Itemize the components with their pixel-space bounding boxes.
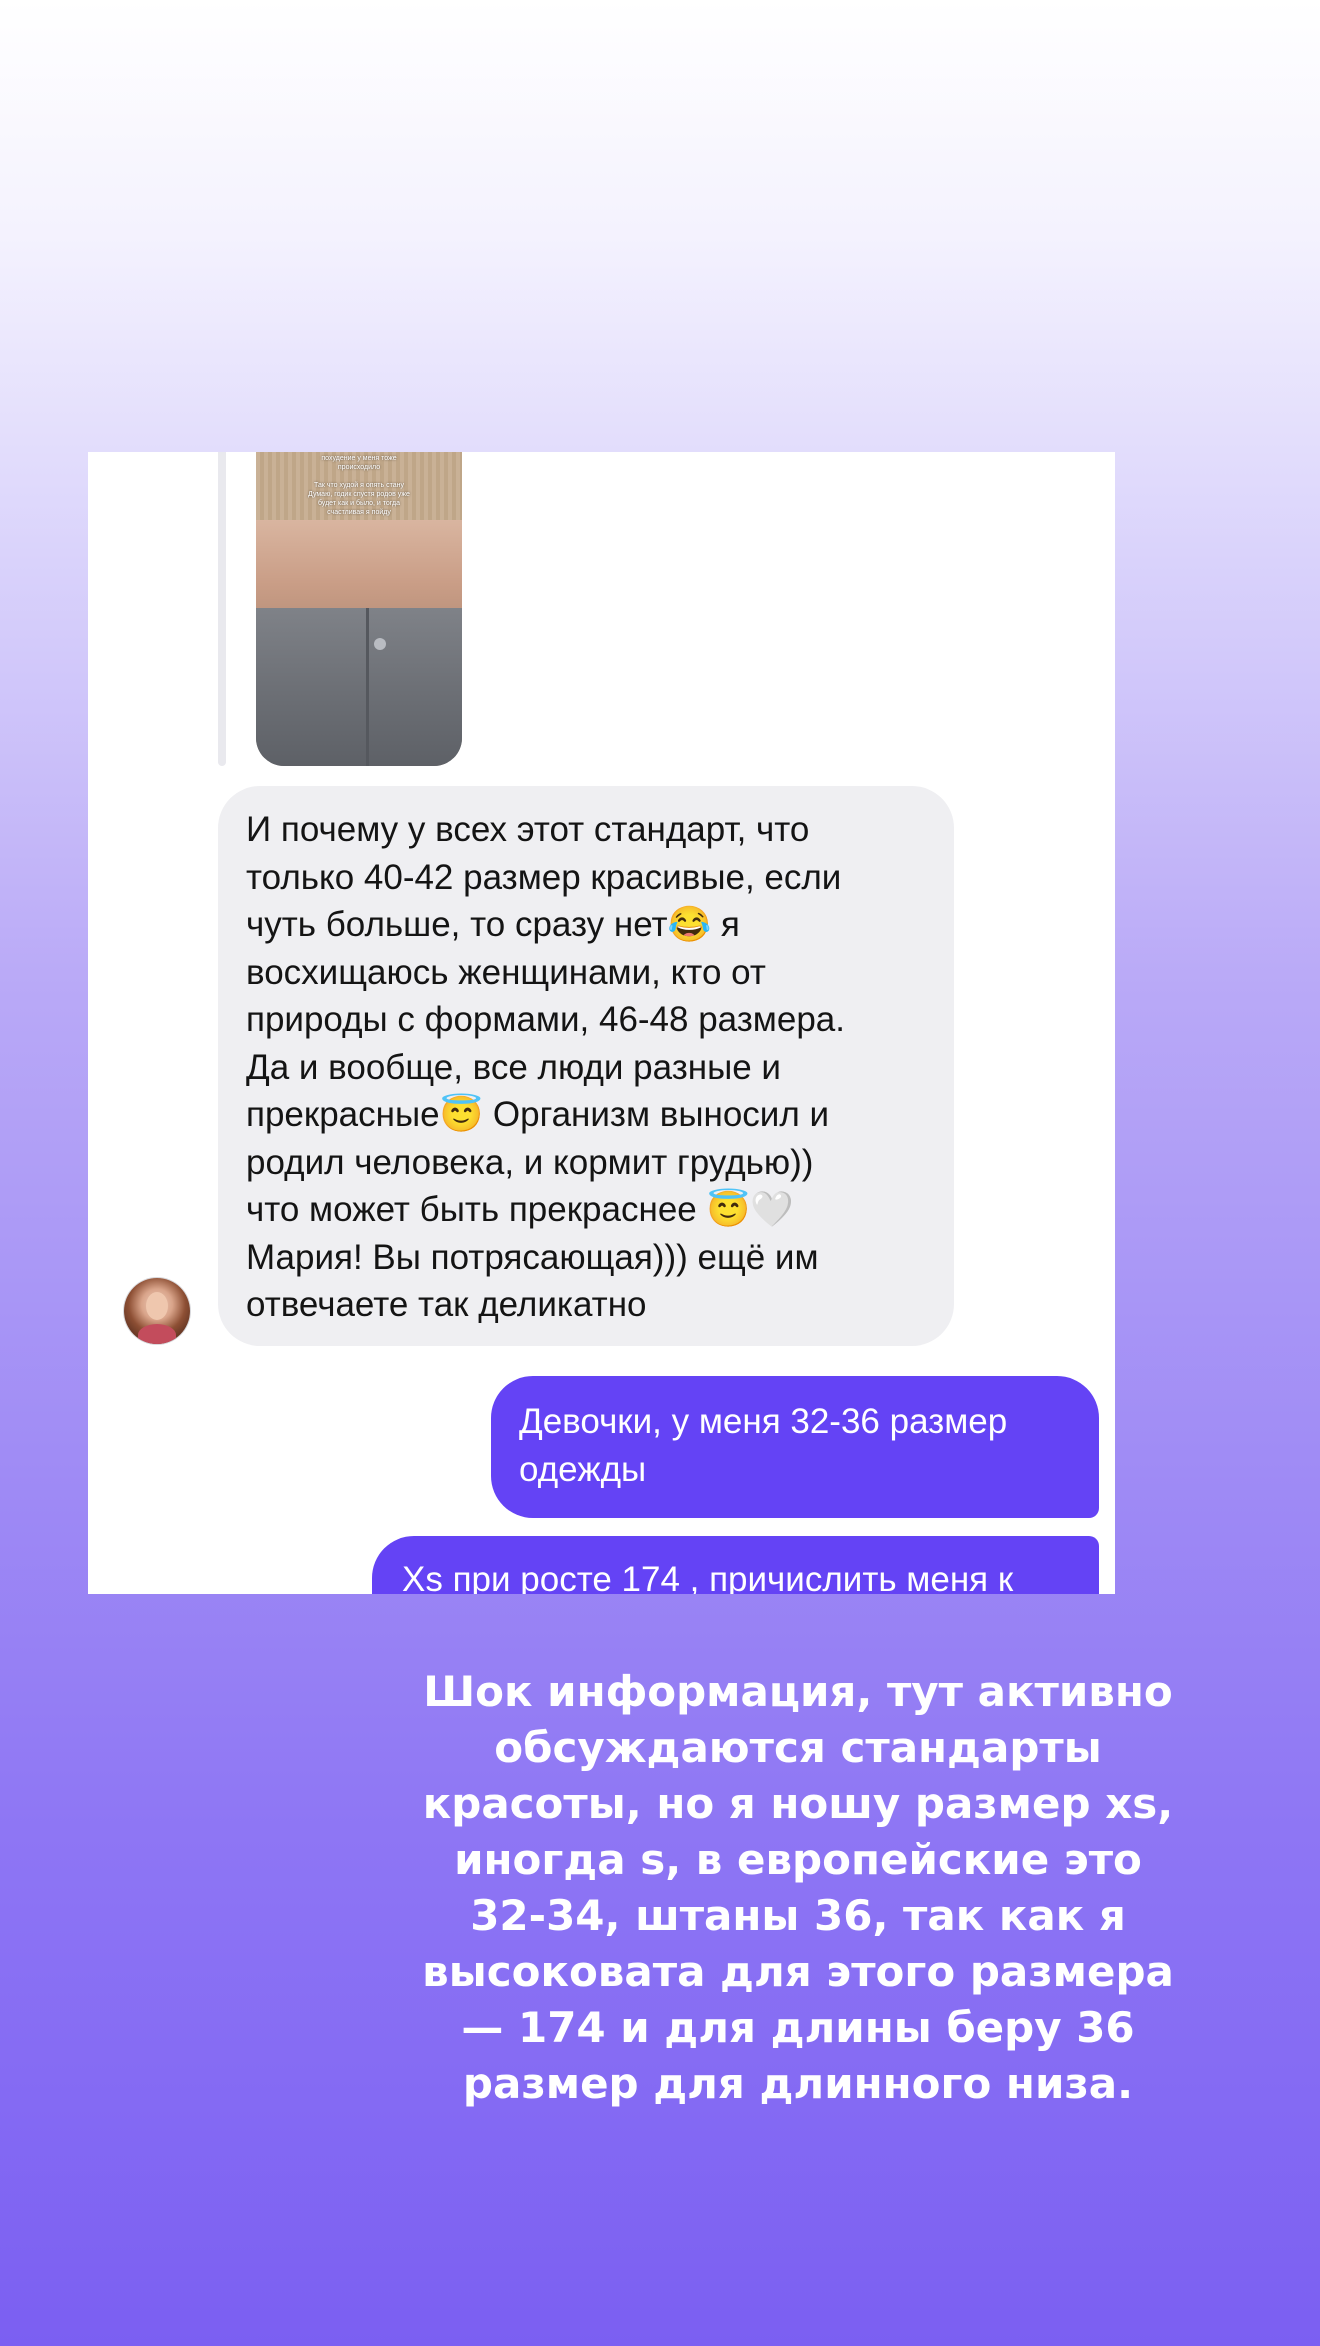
- outgoing-message-bubble[interactable]: Xs при росте 174 , причислить меня к: [372, 1536, 1099, 1594]
- sender-avatar[interactable]: [124, 1278, 190, 1344]
- story-caption: Шок информация, тут активно обсуждаются …: [422, 1667, 1174, 2108]
- jeans-button: [374, 638, 386, 650]
- avatar-clothing: [138, 1324, 176, 1344]
- story-preview-text: похудение у меня тоже происходило Так чт…: [308, 455, 410, 516]
- chat-screenshot: похудение у меня тоже происходило Так чт…: [88, 452, 1115, 1594]
- incoming-message-bubble[interactable]: И почему у всех этот стандарт, что тольк…: [218, 786, 954, 1346]
- avatar-face: [146, 1292, 168, 1320]
- story-thumbnail[interactable]: похудение у меня тоже происходило Так чт…: [256, 452, 462, 766]
- outgoing-message-bubble[interactable]: Девочки, у меня 32-36 размер одежды: [491, 1376, 1099, 1518]
- reply-quote-bar: [218, 452, 226, 766]
- jeans-area: [256, 608, 462, 766]
